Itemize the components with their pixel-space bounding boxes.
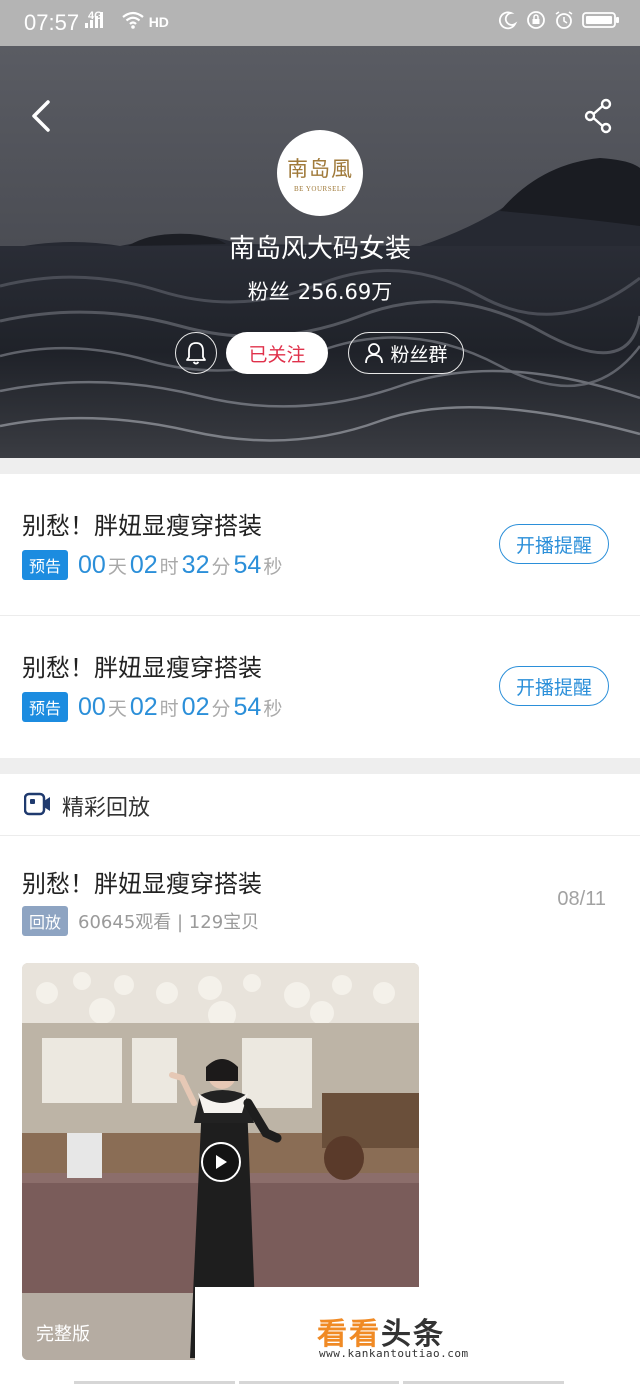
notify-button[interactable] bbox=[175, 332, 217, 374]
back-icon bbox=[32, 100, 50, 132]
countdown-seconds: 54 bbox=[233, 550, 262, 579]
upcoming-title: 别愁！胖妞显瘦穿搭装 bbox=[22, 654, 262, 682]
share-button[interactable] bbox=[580, 96, 616, 136]
user-icon bbox=[365, 343, 384, 364]
second-unit: 秒 bbox=[263, 555, 283, 578]
day-unit: 天 bbox=[107, 555, 127, 578]
logo-text: 南岛風 bbox=[287, 157, 353, 181]
play-button[interactable] bbox=[201, 1142, 241, 1182]
video-camera-icon bbox=[23, 792, 52, 820]
shop-name: 南岛风大码女装 bbox=[228, 234, 411, 264]
fan-group-button[interactable]: 粉丝群 bbox=[348, 332, 464, 374]
countdown-seconds: 54 bbox=[233, 692, 262, 721]
watermark: 看看头条 www.kankantoutiao.com bbox=[195, 1287, 640, 1387]
fans-label: 粉丝 bbox=[247, 280, 290, 304]
hour-unit: 时 bbox=[159, 697, 179, 720]
preview-tag: 预告 bbox=[22, 550, 69, 580]
status-left-icons: 4G HD bbox=[84, 10, 169, 34]
indicator-segment bbox=[403, 1381, 565, 1384]
hd-indicator: HD bbox=[148, 14, 169, 30]
full-version-badge: 完整版 bbox=[36, 1324, 90, 1345]
countdown-days: 00 bbox=[78, 692, 106, 721]
countdown-minutes: 32 bbox=[181, 550, 210, 579]
day-unit: 天 bbox=[107, 697, 127, 720]
countdown-hours: 02 bbox=[129, 550, 158, 579]
replay-stats: 60645观看 | 129宝贝 bbox=[78, 912, 260, 933]
upcoming-live-item[interactable]: 别愁！胖妞显瘦穿搭装 预告 00 天 02 时 02 分 54 秒 开播提醒 bbox=[0, 616, 640, 758]
replay-meta: 回放 60645观看 | 129宝贝 bbox=[22, 906, 259, 936]
replay-item[interactable]: 别愁！胖妞显瘦穿搭装 回放 60645观看 | 129宝贝 08/11 bbox=[0, 836, 640, 962]
lock-icon bbox=[526, 10, 546, 34]
countdown-days: 00 bbox=[78, 550, 106, 579]
moon-icon bbox=[498, 10, 518, 34]
replay-tag: 回放 bbox=[22, 906, 69, 936]
logo-subtext: BE YOURSELF bbox=[293, 185, 347, 193]
shop-header: 南岛風 BE YOURSELF 南岛风大码女装 粉丝 256.69万 已关注 粉丝… bbox=[0, 46, 640, 458]
replay-title: 别愁！胖妞显瘦穿搭装 bbox=[22, 870, 262, 898]
shop-logo[interactable]: 南岛風 BE YOURSELF bbox=[277, 130, 363, 216]
section-divider bbox=[0, 458, 640, 474]
fans-count-line: 粉丝 256.69万 bbox=[0, 276, 640, 306]
indicator-segment bbox=[238, 1381, 400, 1384]
second-unit: 秒 bbox=[263, 697, 283, 720]
section-divider bbox=[0, 758, 640, 774]
remind-button[interactable]: 开播提醒 bbox=[499, 666, 609, 706]
replay-date: 08/11 bbox=[557, 888, 606, 910]
alarm-icon bbox=[554, 10, 574, 34]
fans-count: 256.69万 bbox=[297, 280, 393, 304]
replay-section-title: 精彩回放 bbox=[62, 796, 151, 821]
status-time: 07:57 bbox=[24, 10, 80, 35]
replay-section-header: 精彩回放 bbox=[0, 774, 640, 836]
minute-unit: 分 bbox=[211, 555, 231, 578]
play-icon bbox=[216, 1155, 227, 1169]
battery-icon bbox=[582, 10, 620, 34]
minute-unit: 分 bbox=[211, 697, 231, 720]
status-right-icons bbox=[498, 10, 620, 34]
countdown: 预告 00 天 02 时 32 分 54 秒 bbox=[22, 550, 285, 580]
indicator-segment bbox=[74, 1381, 235, 1384]
watermark-url: www.kankantoutiao.com bbox=[319, 1347, 469, 1360]
live-page: 07:57 4G HD 南岛風 BE YOURSELF 南岛风大码女装 粉丝 2… bbox=[0, 0, 640, 1387]
preview-tag: 预告 bbox=[22, 692, 69, 722]
fan-group-label: 粉丝群 bbox=[390, 343, 448, 366]
follow-button[interactable]: 已关注 bbox=[226, 332, 328, 374]
countdown-minutes: 02 bbox=[181, 692, 210, 721]
bottom-indicator bbox=[74, 1381, 565, 1385]
upcoming-title: 别愁！胖妞显瘦穿搭装 bbox=[22, 512, 262, 540]
hour-unit: 时 bbox=[159, 555, 179, 578]
network-type: 4G bbox=[88, 10, 103, 22]
wifi-icon bbox=[121, 10, 145, 34]
countdown-hours: 02 bbox=[129, 692, 158, 721]
status-bar: 07:57 4G HD bbox=[0, 0, 640, 46]
back-button[interactable] bbox=[24, 96, 60, 136]
share-icon bbox=[584, 98, 612, 134]
countdown: 预告 00 天 02 时 02 分 54 秒 bbox=[22, 692, 285, 722]
upcoming-live-item[interactable]: 别愁！胖妞显瘦穿搭装 预告 00 天 02 时 32 分 54 秒 开播提醒 bbox=[0, 474, 640, 616]
remind-button[interactable]: 开播提醒 bbox=[499, 524, 609, 564]
bell-icon bbox=[186, 342, 206, 365]
